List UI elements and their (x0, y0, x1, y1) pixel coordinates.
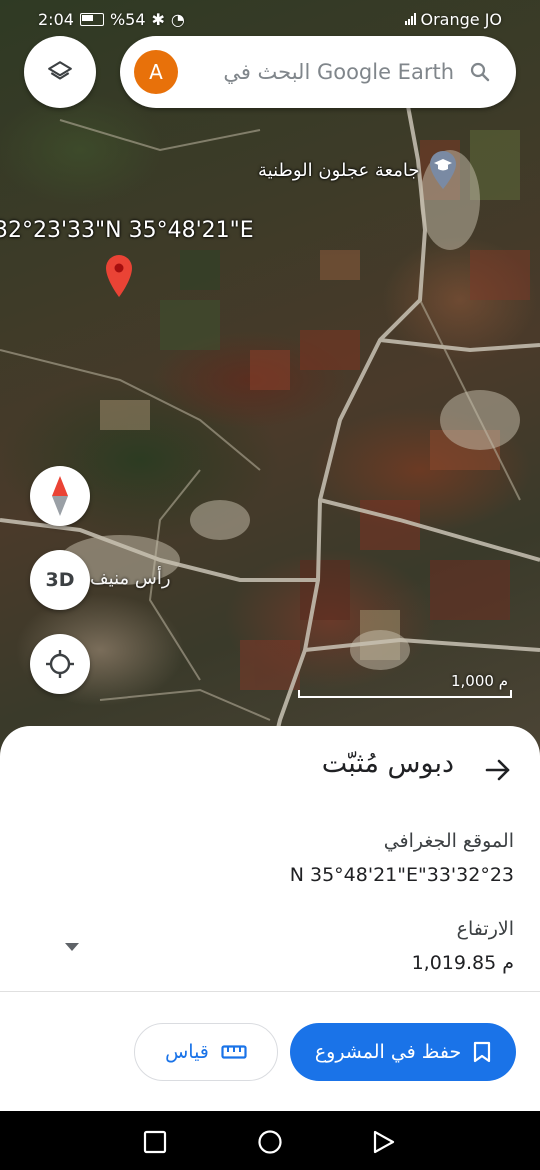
signal-icon (405, 13, 417, 25)
compass-button[interactable] (30, 466, 90, 526)
geo-location-value: N 35°48'21"E"33'32°23 (289, 864, 514, 886)
battery-percent: %54 (109, 9, 146, 29)
save-to-project-label: حفظ في المشروع (314, 1041, 462, 1063)
pin-details-sheet: دبوس مُثبّت الموقع الجغرافي N 35°48'21"E… (0, 726, 540, 1111)
recents-icon[interactable] (142, 1129, 168, 1155)
layers-icon (48, 61, 72, 80)
measure-label: قياس (165, 1041, 209, 1063)
altitude-value: 1,019.85 م (411, 952, 514, 974)
search-input[interactable]: البحث في Google Earth (178, 60, 468, 84)
location-pin-icon[interactable] (104, 254, 134, 298)
pin-coordinates-label: 32°23'33"N 35°48'21"E (0, 218, 254, 243)
caret-down-icon[interactable] (62, 940, 82, 954)
three-d-button[interactable]: 3D (30, 550, 90, 610)
layers-button[interactable] (24, 36, 96, 108)
divider (0, 991, 540, 992)
ruler-icon (221, 1045, 247, 1059)
system-nav-bar (0, 1111, 540, 1170)
screen: 2:04 %54 ✱ ◔ Orange JO A البحث في Google… (0, 0, 540, 1170)
altitude-label: الارتفاع (456, 918, 514, 940)
bookmark-icon (474, 1041, 491, 1063)
clock: 2:04 (38, 9, 74, 29)
scale-line (298, 690, 512, 698)
pin-title: دبوس مُثبّت (321, 748, 454, 779)
scale-bar: 1,000 م (298, 672, 514, 698)
status-left: 2:04 %54 ✱ ◔ (38, 10, 185, 29)
back-triangle-icon[interactable] (370, 1129, 396, 1155)
measure-button[interactable]: قياس (134, 1023, 278, 1081)
bluetooth-icon: ✱ (151, 9, 165, 29)
search-icon[interactable] (468, 60, 492, 84)
my-location-button[interactable] (30, 634, 90, 694)
status-right: Orange JO (405, 10, 502, 29)
home-icon[interactable] (257, 1129, 283, 1155)
save-to-project-button[interactable]: حفظ في المشروع (290, 1023, 516, 1081)
crosshair-icon (46, 650, 74, 678)
status-bar: 2:04 %54 ✱ ◔ Orange JO (0, 0, 540, 38)
arrow-right-icon[interactable] (482, 754, 514, 786)
account-avatar[interactable]: A (134, 50, 178, 94)
geo-location-label: الموقع الجغرافي (383, 830, 514, 852)
carrier-name: Orange JO (420, 9, 502, 29)
battery-icon (79, 12, 104, 26)
sheet-header: دبوس مُثبّت (0, 748, 540, 798)
poi-university[interactable]: جامعة عجلون الوطنية (258, 150, 458, 190)
search-bar[interactable]: A البحث في Google Earth (120, 36, 516, 108)
place-label: رأس منيف (90, 568, 171, 589)
scale-label: 1,000 م (450, 672, 508, 690)
graduation-cap-icon (429, 151, 456, 189)
dnd-icon: ◔ (170, 9, 185, 29)
poi-name: جامعة عجلون الوطنية (258, 159, 420, 181)
compass-icon (52, 476, 68, 516)
